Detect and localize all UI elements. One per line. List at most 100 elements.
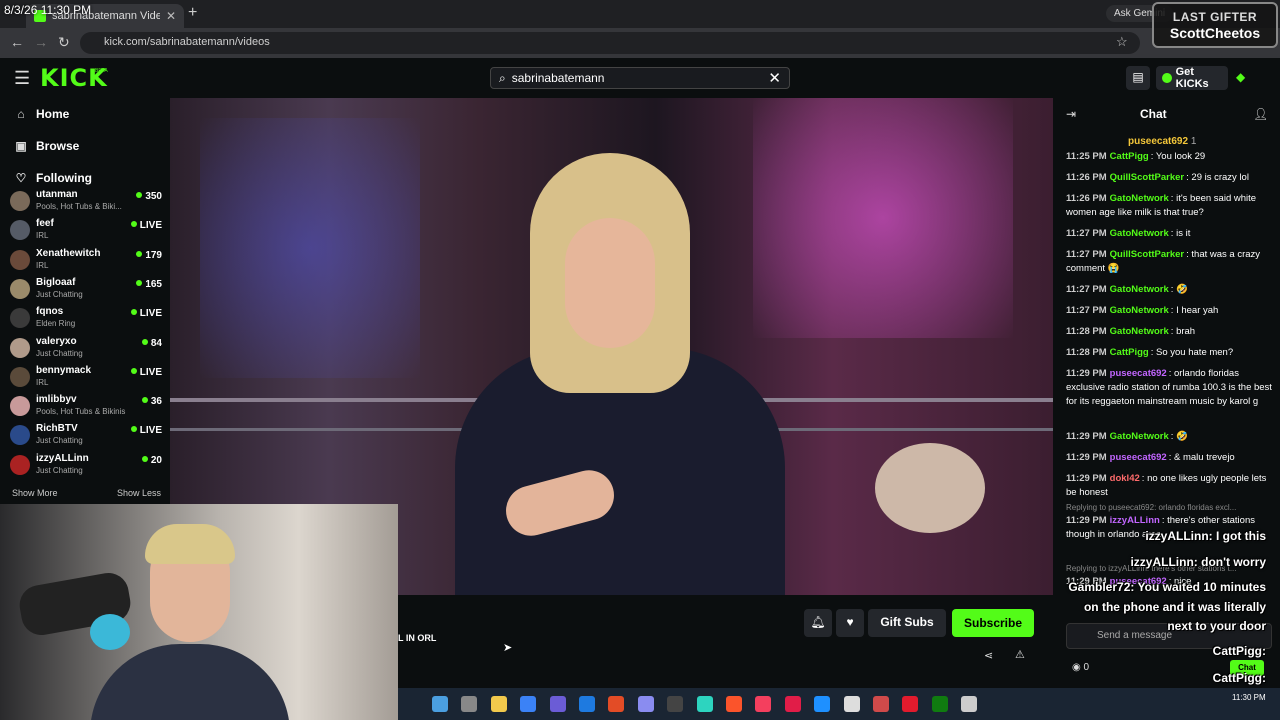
taskbar-app-icon[interactable] <box>432 696 448 712</box>
chat-timestamp: 11:26 PM <box>1066 172 1107 183</box>
chat-timestamp: 11:26 PM <box>1066 193 1107 204</box>
chat-username[interactable]: GatoNetwork <box>1110 431 1169 442</box>
channel-viewers: 36 <box>141 396 162 407</box>
taskbar-app-icon[interactable] <box>520 696 537 712</box>
taskbar-app-icon[interactable] <box>755 696 772 712</box>
taskbar-app-icon[interactable] <box>902 696 919 712</box>
sidebar-channel[interactable]: feef IRL LIVE <box>10 217 162 246</box>
chat-username[interactable]: CattPigg <box>1110 347 1149 358</box>
webcam-person-body <box>90 644 290 720</box>
chat-username[interactable]: dokl42 <box>1110 473 1140 484</box>
channel-viewers: LIVE <box>130 308 162 319</box>
new-tab-button[interactable]: + <box>188 4 197 22</box>
sidebar-channel[interactable]: bennymack IRL LIVE <box>10 364 162 393</box>
url-field[interactable]: kick.com/sabrinabatemann/videos <box>80 32 1140 54</box>
get-kicks-button[interactable]: Get KICKs <box>1156 66 1228 90</box>
overlay-chat-line: on the phone and it was literally <box>1084 600 1266 614</box>
nav-following[interactable]: ♡ Following <box>14 171 92 185</box>
video-scene-object <box>875 443 985 533</box>
gift-subs-button[interactable]: Gift Subs <box>868 609 946 637</box>
channel-avatar <box>10 337 30 358</box>
channel-viewers: 84 <box>141 338 162 349</box>
chat-message: 11:26 PM GatoNetwork: it's been said whit… <box>1066 192 1272 220</box>
taskbar-app-icon[interactable] <box>873 696 889 712</box>
chat-username[interactable]: GatoNetwork <box>1110 326 1169 337</box>
collapse-chat-icon[interactable]: ⇥ <box>1066 107 1076 121</box>
chat-username[interactable]: GatoNetwork <box>1110 305 1169 316</box>
bookmark-star-icon[interactable]: ☆ <box>1116 34 1128 50</box>
layout-toggle-icon[interactable]: ▤ <box>1126 66 1150 90</box>
live-dot-icon <box>136 250 143 257</box>
live-dot-icon <box>141 338 148 345</box>
taskbar-app-icon[interactable] <box>608 696 625 712</box>
follow-heart-icon[interactable]: ♥ <box>836 609 864 637</box>
mouse-cursor-icon: ➤ <box>503 642 513 654</box>
chat-username[interactable]: puseecat692 <box>1110 452 1167 463</box>
nav-browse[interactable]: ▣ Browse <box>14 139 79 153</box>
report-icon[interactable]: ⚠ <box>1015 648 1025 661</box>
overlay-chat-text: You waited 10 minutes <box>1137 580 1266 594</box>
chat-message: 11:25 PM CattPigg: You look 29 <box>1066 150 1272 164</box>
chat-message: 11:29 PM dokl42: no one likes ugly people… <box>1066 472 1272 500</box>
show-less-button[interactable]: Show Less <box>117 488 161 498</box>
sidebar-channel[interactable]: imlibbyv Pools, Hot Tubs & Bikinis 36 <box>10 393 162 422</box>
show-more-button[interactable]: Show More <box>12 488 58 498</box>
taskbar-app-icon[interactable] <box>579 696 595 712</box>
overlay-chat-text: don't worry <box>1201 555 1266 569</box>
overlay-chat-line: izzyALLinn: don't worry <box>1130 555 1266 569</box>
menu-hamburger-icon[interactable]: ☰ <box>14 68 30 89</box>
channel-avatar <box>10 278 30 299</box>
search-input[interactable]: ⌕ sabrinabatemann ✕ <box>490 67 790 89</box>
sidebar-channel[interactable]: Xenathewitch IRL 179 <box>10 247 162 276</box>
sidebar-channel[interactable]: izzyALLinn Just Chatting 20 <box>10 452 162 481</box>
taskbar-app-icon[interactable] <box>931 696 948 712</box>
forward-icon[interactable]: → <box>34 34 48 50</box>
chat-timestamp: 11:27 PM <box>1066 228 1107 239</box>
taskbar-app-icon[interactable] <box>667 696 684 712</box>
chat-username[interactable]: puseecat692 <box>1110 368 1167 379</box>
taskbar-app-icon[interactable] <box>696 696 713 712</box>
nav-home[interactable]: ⌂ Home <box>14 107 69 121</box>
chat-username[interactable]: CattPigg <box>1110 151 1149 162</box>
taskbar-app-icon[interactable] <box>961 696 978 712</box>
stream-title: L IN ORL <box>398 633 437 643</box>
live-dot-icon <box>141 455 148 462</box>
reload-icon[interactable]: ↻ <box>58 34 70 51</box>
sidebar-channel[interactable]: fqnos Elden Ring LIVE <box>10 305 162 334</box>
user-avatar-icon[interactable]: ◆ <box>1236 70 1245 84</box>
sidebar-channel[interactable]: RichBTV Just Chatting LIVE <box>10 422 162 451</box>
chat-username[interactable]: QuillScottParker <box>1110 172 1184 183</box>
taskbar-app-icon[interactable] <box>461 696 478 712</box>
live-dot-icon <box>130 221 137 228</box>
clear-search-icon[interactable]: ✕ <box>768 69 781 87</box>
pinned-gifter[interactable]: puseecat692 1 <box>1128 136 1196 147</box>
chat-username[interactable]: GatoNetwork <box>1110 284 1169 295</box>
close-tab-icon[interactable]: ✕ <box>166 9 176 23</box>
chat-users-icon[interactable]: 👤︎ <box>1253 107 1268 121</box>
taskbar-app-icon[interactable] <box>784 696 801 712</box>
taskbar-app-icon[interactable] <box>549 696 566 712</box>
search-icon: ⌕ <box>499 70 506 85</box>
sidebar-channel[interactable]: utanman Pools, Hot Tubs & Biki... 350 <box>10 188 162 217</box>
channel-avatar <box>10 425 30 446</box>
taskbar-app-icon[interactable] <box>490 696 507 712</box>
subscribe-button[interactable]: Subscribe <box>952 609 1034 637</box>
chat-timestamp: 11:25 PM <box>1066 151 1107 162</box>
sidebar-channel[interactable]: valeryxo Just Chatting 84 <box>10 335 162 364</box>
chat-text: is it <box>1176 228 1191 239</box>
share-icon[interactable]: ⋖ <box>984 649 993 662</box>
sidebar-channel[interactable]: Bigloaaf Just Chatting 165 <box>10 276 162 305</box>
taskbar-app-icon[interactable] <box>843 696 860 712</box>
taskbar-app-icon[interactable] <box>814 696 831 712</box>
notification-bell-icon[interactable]: 🔔︎ <box>804 609 832 637</box>
chat-username[interactable]: GatoNetwork <box>1110 193 1169 204</box>
chat-username[interactable]: QuillScottParker <box>1110 249 1184 260</box>
overlay-chat-colon: : <box>1208 529 1216 543</box>
taskbar-app-icon[interactable] <box>637 696 654 712</box>
chat-username[interactable]: izzyALLinn <box>1110 515 1160 526</box>
taskbar-app-icon[interactable] <box>726 696 742 712</box>
channel-name: feef <box>36 218 54 230</box>
back-icon[interactable]: ← <box>10 34 24 50</box>
chat-username[interactable]: GatoNetwork <box>1110 228 1169 239</box>
overlay-chat-user: izzyALLinn <box>1130 555 1194 569</box>
